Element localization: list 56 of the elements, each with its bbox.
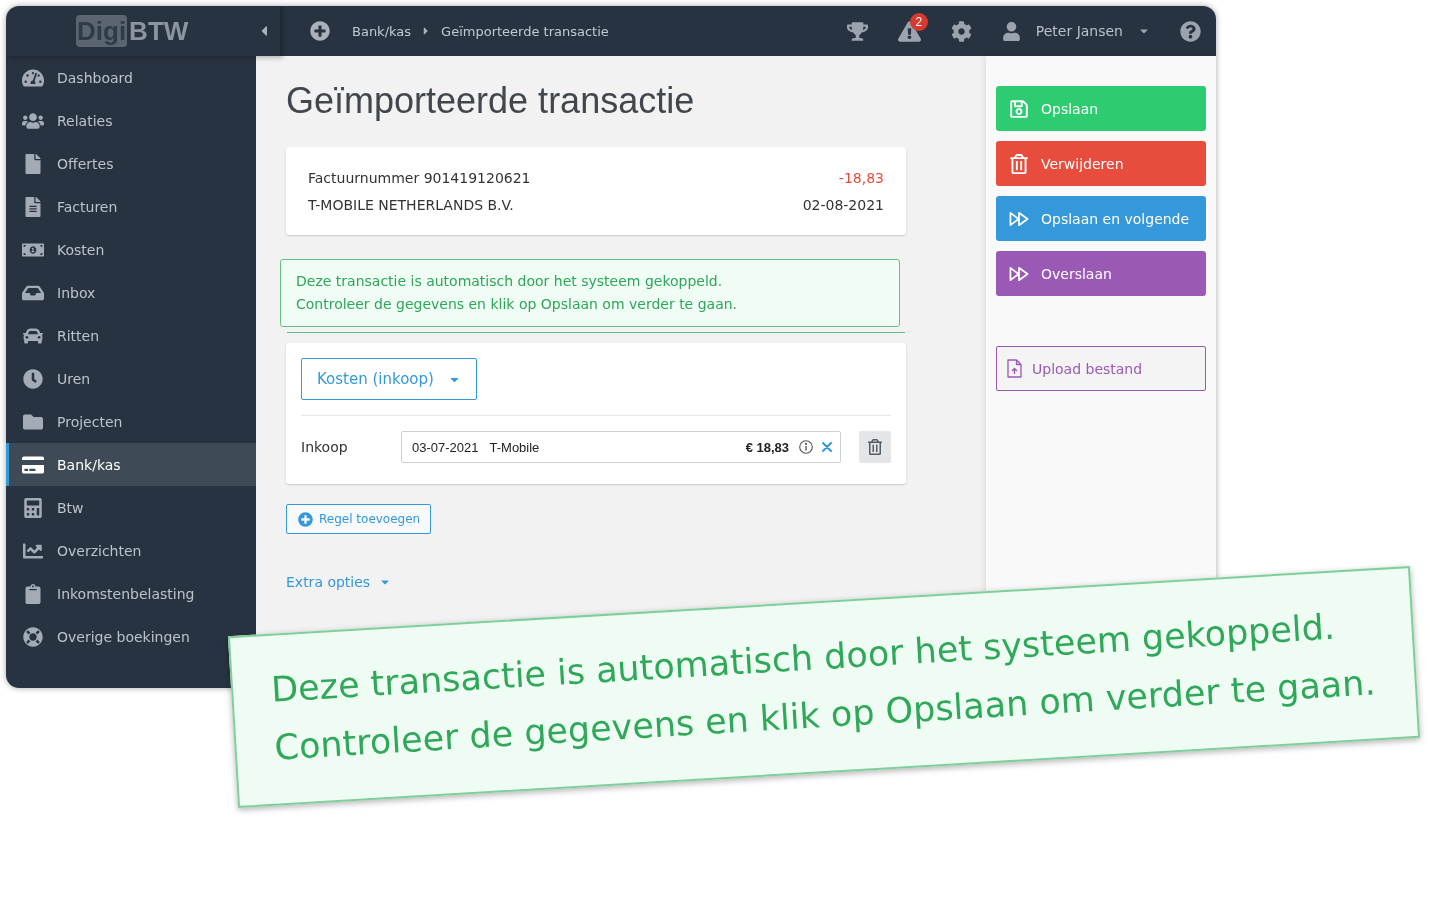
notification-badge: 2: [909, 12, 928, 31]
sidebar-item[interactable]: Projecten: [6, 400, 226, 443]
lifebuoy-icon: [22, 626, 44, 647]
sidebar-item[interactable]: Ritten: [6, 314, 226, 357]
add-button[interactable]: [310, 21, 330, 41]
trash-icon: [867, 439, 883, 455]
page-title: Geïmporteerde transactie: [286, 79, 695, 123]
date-text: 02-08-2021: [802, 196, 884, 213]
help-button[interactable]: [1180, 20, 1201, 42]
trophy-button[interactable]: [846, 20, 868, 42]
field-name: T-Mobile: [489, 439, 540, 455]
sidebar-item[interactable]: Inbox: [6, 271, 226, 314]
sidebar-item[interactable]: Kosten: [6, 228, 226, 271]
trash-icon: [1009, 153, 1029, 174]
help-icon: [1180, 20, 1201, 42]
sidebar-item[interactable]: Offertes: [6, 142, 226, 185]
sidebar-item[interactable]: Btw: [6, 486, 226, 529]
logo-text: BTW: [129, 15, 189, 47]
alert-text: Controleer de gegevens en klik op Opslaan om verder te gaan.: [296, 295, 739, 314]
user-icon: [1001, 21, 1021, 41]
file-upload-icon: [1007, 359, 1022, 378]
clear-icon[interactable]: [822, 442, 832, 452]
trophy-icon: [846, 20, 868, 42]
line-label: Inkoop: [301, 439, 349, 455]
sidebar-item[interactable]: Inkomstenbelasting: [6, 572, 226, 615]
upload-button[interactable]: Upload bestand: [996, 346, 1206, 391]
field-date: 03-07-2021: [412, 439, 479, 455]
breadcrumb-current: Geïmporteerde transactie: [441, 23, 609, 39]
calculator-icon: [22, 497, 44, 518]
info-icon: [799, 440, 813, 454]
settings-button[interactable]: [950, 20, 972, 42]
field-amount: € 18,83: [745, 439, 789, 455]
delete-line-button[interactable]: [859, 431, 891, 463]
sidebar-item[interactable]: Relaties: [6, 99, 226, 142]
booking-select-field[interactable]: 03-07-2021 T-Mobile € 18,83: [401, 431, 841, 463]
breadcrumb-link[interactable]: Bank/kas: [352, 23, 412, 39]
action-button[interactable]: Verwijderen: [996, 141, 1206, 186]
alert-text: Deze transactie is automatisch door het systeem gekoppeld.: [296, 272, 724, 291]
gauge-icon: [22, 67, 44, 88]
sidebar-item[interactable]: Uren: [6, 357, 226, 400]
sidebar-item[interactable]: Facturen: [6, 185, 226, 228]
sidebar-item[interactable]: Bank/kas: [6, 443, 256, 486]
save-icon: [1009, 98, 1029, 119]
invoice-number: Factuurnummer 901419120621: [308, 169, 531, 186]
amount-text: -18,83: [838, 169, 884, 186]
sidebar-item[interactable]: Dashboard: [6, 56, 226, 99]
card-icon: [22, 454, 44, 475]
sidebar-item[interactable]: Overige boekingen: [6, 615, 226, 658]
settings-icon: [950, 20, 972, 42]
counterparty-text: T-MOBILE NETHERLANDS B.V.: [308, 196, 514, 213]
sidebar-item[interactable]: Overzichten: [6, 529, 226, 572]
warning-icon: [897, 19, 921, 43]
action-button[interactable]: Overslaan: [996, 251, 1206, 296]
user-menu[interactable]: Peter Jansen: [1001, 21, 1150, 41]
users-icon: [22, 110, 44, 131]
clock-icon: [22, 368, 44, 389]
